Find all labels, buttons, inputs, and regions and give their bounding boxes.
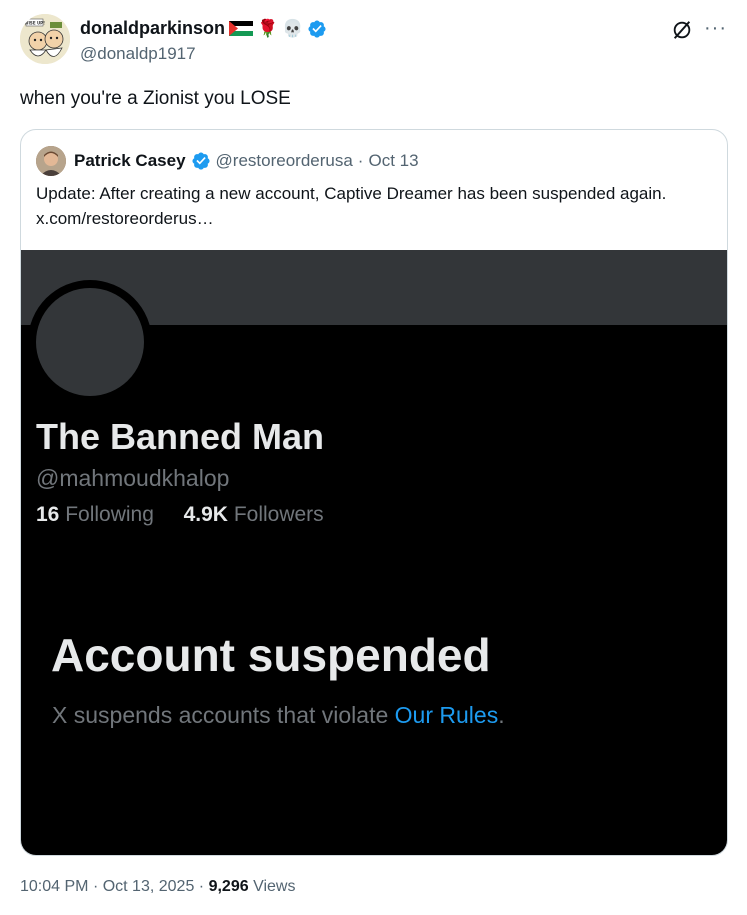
author-handle[interactable]: @donaldp1917: [80, 44, 196, 64]
profile-picture-frame: [28, 280, 152, 404]
quote-text: Update: After creating a new account, Ca…: [36, 184, 667, 228]
verified-badge-icon: [308, 19, 326, 38]
tweet-text: when you're a Zionist you LOSE: [20, 88, 291, 109]
tweet-time[interactable]: 10:04 PM: [20, 878, 88, 895]
suspended-desc-end: .: [498, 702, 505, 728]
tweet-meta: 10:04 PM · Oct 13, 2025 · 9,296 Views: [20, 878, 295, 896]
author-avatar[interactable]: WISE UP!: [20, 14, 70, 64]
avatar-badge-text: WISE UP!: [24, 21, 45, 26]
quote-author-handle[interactable]: @restoreorderusa: [216, 151, 353, 171]
profile-stats: 16 Following 4.9K Followers: [36, 503, 324, 527]
avatar-cartoon-icon: WISE UP!: [20, 14, 70, 64]
following-count: 16: [36, 503, 60, 526]
quote-media-image[interactable]: The Banned Man @mahmoudkhalop 16 Followi…: [21, 250, 727, 855]
palestine-flag-icon: [229, 21, 254, 36]
verified-badge-icon: [191, 152, 210, 170]
suspended-profile-handle: @mahmoudkhalop: [36, 465, 230, 491]
meta-separator: ·: [92, 878, 99, 895]
our-rules-link: Our Rules: [394, 702, 499, 728]
grok-icon[interactable]: [671, 19, 693, 41]
account-suspended-description: X suspends accounts that violate Our Rul…: [52, 702, 505, 729]
views-label: Views: [253, 878, 296, 895]
profile-picture-placeholder: [36, 288, 144, 396]
suspended-profile-name: The Banned Man: [36, 416, 325, 457]
meta-separator: ·: [198, 878, 205, 895]
quote-date[interactable]: Oct 13: [368, 151, 418, 171]
suspended-desc-text: X suspends accounts that violate: [52, 702, 395, 728]
views-count[interactable]: 9,296: [209, 878, 249, 895]
quote-author-avatar[interactable]: [36, 146, 66, 176]
following-label: Following: [65, 503, 154, 526]
skull-icon: 💀: [282, 19, 304, 38]
tweet-date[interactable]: Oct 13, 2025: [103, 878, 195, 895]
person-avatar-icon: [36, 146, 66, 176]
more-options-icon[interactable]: ···: [704, 17, 727, 40]
quote-separator: ·: [357, 151, 364, 170]
author-name[interactable]: donaldparkinson: [80, 18, 225, 39]
quote-header: Patrick Casey @restoreorderusa · Oct 13: [36, 146, 419, 176]
author-name-row: donaldparkinson 🌹 💀: [80, 18, 327, 39]
followers-label: Followers: [233, 503, 324, 526]
followers-count: 4.9K: [183, 503, 228, 526]
rose-icon: 🌹: [257, 19, 279, 38]
quoted-tweet-card[interactable]: Patrick Casey @restoreorderusa · Oct 13 …: [20, 129, 728, 856]
quote-author-name[interactable]: Patrick Casey: [74, 151, 186, 171]
account-suspended-title: Account suspended: [51, 629, 491, 681]
